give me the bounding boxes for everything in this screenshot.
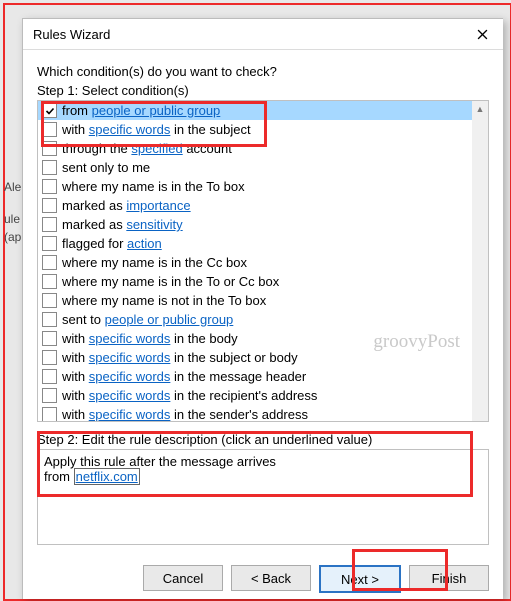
condition-link[interactable]: specific words <box>89 388 171 403</box>
step1-label: Step 1: Select condition(s) <box>37 83 489 98</box>
condition-checkbox[interactable] <box>42 160 57 175</box>
condition-checkbox[interactable] <box>42 312 57 327</box>
condition-text: with specific words in the recipient's a… <box>62 388 317 403</box>
condition-row[interactable]: marked as importance <box>38 196 472 215</box>
condition-link[interactable]: people or public group <box>92 103 221 118</box>
close-icon <box>477 29 488 40</box>
scroll-up-arrow-icon[interactable]: ▲ <box>472 101 488 117</box>
conditions-listbox[interactable]: from people or public group with specific… <box>37 100 489 422</box>
condition-checkbox[interactable] <box>42 122 57 137</box>
rules-wizard-dialog: Rules Wizard Which condition(s) do you w… <box>22 18 503 599</box>
condition-row[interactable]: where my name is not in the To box <box>38 291 472 310</box>
condition-row[interactable]: from people or public group <box>38 101 472 120</box>
condition-link[interactable]: action <box>127 236 162 251</box>
check-icon <box>45 106 55 116</box>
from-value-link[interactable]: netflix.com <box>74 468 140 485</box>
condition-text: sent only to me <box>62 160 150 175</box>
condition-text: where my name is not in the To box <box>62 293 266 308</box>
next-button[interactable]: Next > <box>319 565 401 593</box>
condition-link[interactable]: specified <box>131 141 182 156</box>
condition-link[interactable]: sensitivity <box>126 217 182 232</box>
button-row: Cancel < Back Next > Finish <box>23 545 503 593</box>
condition-text: through the specified account <box>62 141 232 156</box>
condition-text: marked as sensitivity <box>62 217 183 232</box>
condition-checkbox[interactable] <box>42 141 57 156</box>
condition-row[interactable]: with specific words in the subject <box>38 120 472 139</box>
description-line2: from netflix.com <box>44 469 482 484</box>
condition-checkbox[interactable] <box>42 388 57 403</box>
condition-checkbox[interactable] <box>42 179 57 194</box>
condition-link[interactable]: people or public group <box>105 312 234 327</box>
description-line1: Apply this rule after the message arrive… <box>44 454 482 469</box>
condition-link[interactable]: specific words <box>89 407 171 421</box>
condition-text: where my name is in the Cc box <box>62 255 247 270</box>
condition-text: with specific words in the subject <box>62 122 251 137</box>
window-title: Rules Wizard <box>23 27 110 42</box>
prompt-text: Which condition(s) do you want to check? <box>37 64 489 79</box>
condition-link[interactable]: importance <box>126 198 190 213</box>
condition-checkbox[interactable] <box>42 369 57 384</box>
condition-text: where my name is in the To box <box>62 179 245 194</box>
condition-checkbox[interactable] <box>42 103 57 118</box>
back-button[interactable]: < Back <box>231 565 311 591</box>
condition-text: with specific words in the message heade… <box>62 369 306 384</box>
condition-link[interactable]: specific words <box>89 331 171 346</box>
step2-label: Step 2: Edit the rule description (click… <box>37 432 489 447</box>
condition-row[interactable]: through the specified account <box>38 139 472 158</box>
condition-text: with specific words in the body <box>62 331 238 346</box>
condition-link[interactable]: specific words <box>89 369 171 384</box>
rule-description-box[interactable]: Apply this rule after the message arrive… <box>37 449 489 545</box>
condition-text: from people or public group <box>62 103 220 118</box>
condition-row[interactable]: marked as sensitivity <box>38 215 472 234</box>
condition-row[interactable]: with specific words in the recipient's a… <box>38 386 472 405</box>
condition-text: flagged for action <box>62 236 162 251</box>
scrollbar[interactable]: ▲ <box>472 101 488 421</box>
condition-row[interactable]: where my name is in the To or Cc box <box>38 272 472 291</box>
condition-row[interactable]: where my name is in the Cc box <box>38 253 472 272</box>
condition-row[interactable]: with specific words in the sender's addr… <box>38 405 472 421</box>
condition-checkbox[interactable] <box>42 331 57 346</box>
cancel-button[interactable]: Cancel <box>143 565 223 591</box>
condition-row[interactable]: sent to people or public group <box>38 310 472 329</box>
condition-text: sent to people or public group <box>62 312 233 327</box>
condition-text: with specific words in the subject or bo… <box>62 350 298 365</box>
close-button[interactable] <box>461 19 503 49</box>
condition-row[interactable]: with specific words in the message heade… <box>38 367 472 386</box>
condition-checkbox[interactable] <box>42 350 57 365</box>
condition-checkbox[interactable] <box>42 293 57 308</box>
condition-checkbox[interactable] <box>42 217 57 232</box>
condition-row[interactable]: where my name is in the To box <box>38 177 472 196</box>
background-truncated-text: Ale ule (ap <box>4 180 21 248</box>
finish-button[interactable]: Finish <box>409 565 489 591</box>
condition-link[interactable]: specific words <box>89 350 171 365</box>
condition-checkbox[interactable] <box>42 274 57 289</box>
condition-checkbox[interactable] <box>42 236 57 251</box>
condition-checkbox[interactable] <box>42 407 57 421</box>
titlebar: Rules Wizard <box>23 19 503 50</box>
condition-row[interactable]: with specific words in the body <box>38 329 472 348</box>
condition-row[interactable]: with specific words in the subject or bo… <box>38 348 472 367</box>
condition-text: with specific words in the sender's addr… <box>62 407 308 421</box>
condition-checkbox[interactable] <box>42 198 57 213</box>
condition-row[interactable]: sent only to me <box>38 158 472 177</box>
condition-checkbox[interactable] <box>42 255 57 270</box>
condition-text: marked as importance <box>62 198 191 213</box>
condition-link[interactable]: specific words <box>89 122 171 137</box>
condition-row[interactable]: flagged for action <box>38 234 472 253</box>
condition-text: where my name is in the To or Cc box <box>62 274 279 289</box>
